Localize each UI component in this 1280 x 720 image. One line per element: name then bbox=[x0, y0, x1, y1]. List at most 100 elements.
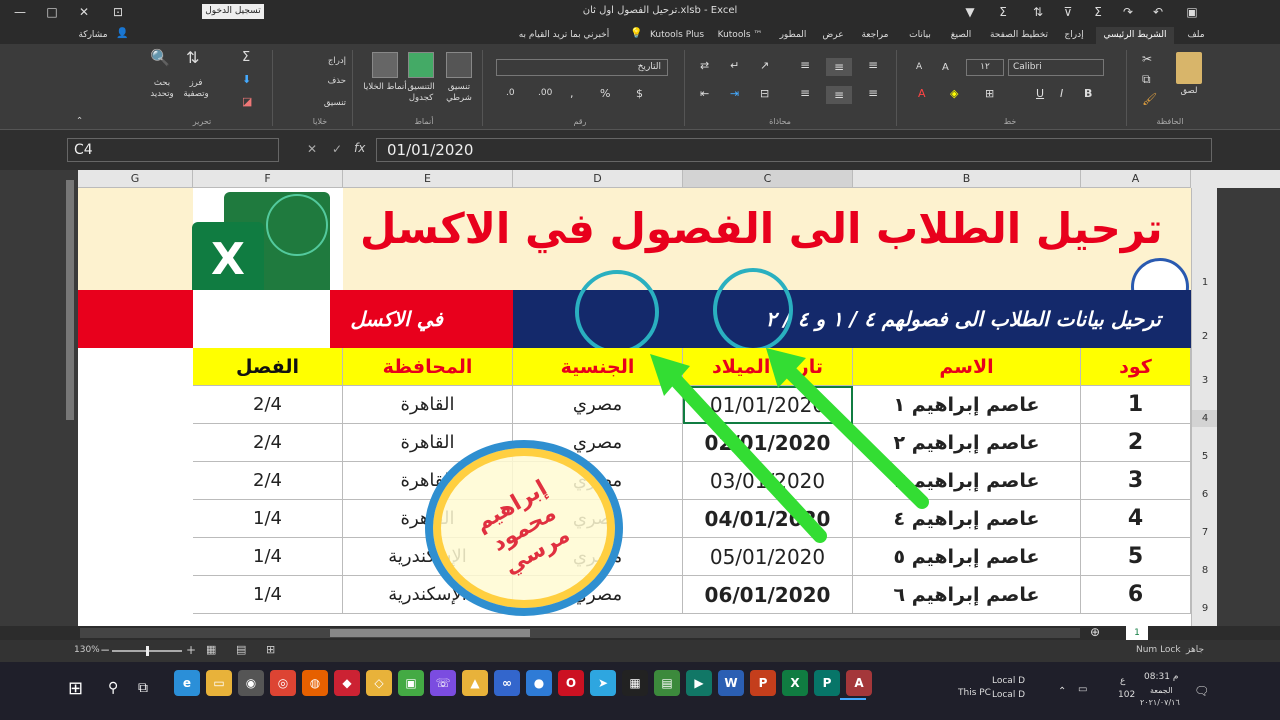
redo-icon[interactable]: ↷ bbox=[1120, 4, 1136, 20]
orientation-icon[interactable]: ↗ bbox=[760, 60, 769, 71]
decrease-decimal-icon[interactable]: .0 bbox=[506, 88, 515, 99]
taskbar-edge-icon[interactable]: e bbox=[174, 670, 200, 696]
signin-button[interactable]: تسجيل الدخول bbox=[202, 4, 264, 19]
sort-filter-icon[interactable]: ⇅ bbox=[186, 50, 199, 66]
zoom-out-icon[interactable]: − bbox=[100, 643, 110, 657]
taskbar-app-icon[interactable]: ◉ bbox=[238, 670, 264, 696]
minimize-icon[interactable]: — bbox=[12, 4, 28, 20]
tab-insert[interactable]: إدراج bbox=[1056, 27, 1092, 44]
save-icon[interactable]: ▣ bbox=[1184, 4, 1200, 20]
maximize-icon[interactable]: □ bbox=[44, 4, 60, 20]
font-name-select[interactable]: Calibri bbox=[1008, 59, 1104, 76]
taskbar-imo-icon[interactable]: ● bbox=[526, 670, 552, 696]
formula-input[interactable]: 01/01/2020 bbox=[376, 138, 1212, 162]
increase-indent-icon[interactable]: ⇥ bbox=[730, 88, 739, 99]
language-indicator[interactable]: ع bbox=[1120, 676, 1125, 686]
align-center-icon[interactable]: ≡ bbox=[826, 86, 852, 104]
sigma-icon[interactable]: Σ bbox=[995, 4, 1011, 20]
insert-cells-button[interactable]: إدراج bbox=[290, 56, 346, 67]
close-icon[interactable]: ✕ bbox=[76, 4, 92, 20]
sort-icon[interactable]: ⇅ bbox=[1030, 4, 1046, 20]
taskbar-app7-icon[interactable]: ▤ bbox=[654, 670, 680, 696]
page-layout-view-icon[interactable]: ▤ bbox=[236, 643, 246, 656]
currency-icon[interactable]: $ bbox=[636, 88, 643, 99]
sheet-tab-1[interactable]: 1 bbox=[1126, 626, 1148, 640]
tab-home[interactable]: الشريط الرئيسي bbox=[1096, 27, 1174, 44]
drive2-label[interactable]: Local D bbox=[992, 690, 1025, 700]
ribbon-display-icon[interactable]: ⊡ bbox=[110, 4, 126, 20]
taskbar-firefox-icon[interactable]: ◍ bbox=[302, 670, 328, 696]
format-painter-icon[interactable]: 🖌 bbox=[1142, 93, 1157, 105]
filter-icon[interactable]: ⊽ bbox=[1060, 4, 1076, 20]
grow-font-icon[interactable]: A bbox=[942, 62, 949, 73]
arrow-icon[interactable]: ▼ bbox=[962, 4, 978, 20]
add-sheet-icon[interactable]: ⊕ bbox=[1090, 625, 1100, 639]
cancel-icon[interactable]: ✕ bbox=[307, 142, 317, 156]
align-left-icon[interactable]: ≡ bbox=[800, 87, 810, 99]
tab-kutools[interactable]: Kutools ™ bbox=[710, 27, 770, 44]
text-direction-icon[interactable]: ⇄ bbox=[700, 60, 709, 71]
chevron-up-icon[interactable]: ⌃ bbox=[1058, 686, 1066, 697]
task-view-icon[interactable]: ⧉ bbox=[138, 680, 148, 696]
autosum-button-icon[interactable]: Σ bbox=[242, 51, 250, 64]
percent-icon[interactable]: % bbox=[600, 88, 610, 99]
page-break-view-icon[interactable]: ⊞ bbox=[266, 643, 275, 656]
tell-me-input[interactable]: أخبرني بما تريد القيام به bbox=[500, 27, 628, 44]
name-box[interactable]: C4 bbox=[67, 138, 279, 162]
merge-center-icon[interactable]: ⊟ bbox=[760, 88, 769, 99]
clock-time[interactable]: 08:31 م bbox=[1144, 672, 1178, 682]
format-cells-button[interactable]: تنسيق bbox=[290, 98, 346, 109]
enter-icon[interactable]: ✓ bbox=[332, 142, 342, 156]
font-size-select[interactable]: ١٢ bbox=[966, 59, 1004, 76]
underline-icon[interactable]: U bbox=[1036, 88, 1044, 99]
windows-start-icon[interactable]: ⊞ bbox=[68, 678, 83, 699]
taskbar-pycharm-icon[interactable]: ▦ bbox=[622, 670, 648, 696]
align-bottom-icon[interactable]: ≡ bbox=[800, 59, 810, 71]
borders-icon[interactable]: ⊞ bbox=[985, 88, 994, 99]
taskbar-telegram-icon[interactable]: ➤ bbox=[590, 670, 616, 696]
search-icon[interactable]: ⚲ bbox=[108, 680, 118, 696]
number-format-select[interactable]: التاريخ bbox=[496, 59, 668, 76]
notification-icon[interactable]: 🗨 bbox=[1194, 684, 1209, 698]
taskbar-publisher-icon[interactable]: P bbox=[814, 670, 840, 696]
tab-data[interactable]: بيانات bbox=[900, 27, 940, 44]
bold-icon[interactable]: B bbox=[1084, 88, 1092, 99]
normal-view-icon[interactable]: ▦ bbox=[206, 643, 216, 656]
comma-icon[interactable]: , bbox=[570, 88, 574, 99]
tab-view[interactable]: عرض bbox=[816, 27, 850, 44]
taskbar-word-icon[interactable]: W bbox=[718, 670, 744, 696]
font-color-icon[interactable]: A bbox=[918, 88, 926, 99]
taskbar-app2-icon[interactable]: ◆ bbox=[334, 670, 360, 696]
clear-icon[interactable]: ◪ bbox=[242, 96, 252, 107]
horizontal-scrollbar[interactable] bbox=[80, 628, 1080, 638]
undo-icon[interactable]: ↶ bbox=[1150, 4, 1166, 20]
tab-page-layout[interactable]: تخطيط الصفحة bbox=[984, 27, 1054, 44]
decrease-indent-icon[interactable]: ⇤ bbox=[700, 88, 709, 99]
align-right-icon[interactable]: ≡ bbox=[868, 87, 878, 99]
wrap-text-icon[interactable]: ↵ bbox=[730, 60, 739, 71]
tab-developer[interactable]: المطور bbox=[772, 27, 814, 44]
cell-styles-icon[interactable] bbox=[372, 52, 398, 78]
network-icon[interactable]: ▭ bbox=[1078, 684, 1087, 695]
taskbar-opera-icon[interactable]: O bbox=[558, 670, 584, 696]
taskbar-powerpoint-icon[interactable]: P bbox=[750, 670, 776, 696]
fill-color-icon[interactable]: ◈ bbox=[950, 88, 958, 99]
taskbar-app4-icon[interactable]: ▣ bbox=[398, 670, 424, 696]
delete-cells-button[interactable]: حذف bbox=[290, 76, 346, 87]
share-button[interactable]: مشاركة bbox=[70, 27, 116, 44]
taskbar-app6-icon[interactable]: ∞ bbox=[494, 670, 520, 696]
tab-review[interactable]: مراجعة bbox=[852, 27, 898, 44]
shrink-font-icon[interactable]: A bbox=[916, 62, 922, 73]
italic-icon[interactable]: I bbox=[1060, 88, 1063, 99]
tab-file[interactable]: ملف bbox=[1180, 27, 1212, 44]
collapse-ribbon-icon[interactable]: ⌃ bbox=[76, 116, 83, 127]
taskbar-app8-icon[interactable]: ▶ bbox=[686, 670, 712, 696]
align-top-icon[interactable]: ≡ bbox=[868, 59, 878, 71]
taskbar-chrome-icon[interactable]: ◎ bbox=[270, 670, 296, 696]
taskbar-app3-icon[interactable]: ◇ bbox=[366, 670, 392, 696]
conditional-format-icon[interactable] bbox=[446, 52, 472, 78]
increase-decimal-icon[interactable]: .00 bbox=[538, 88, 552, 99]
paste-icon[interactable] bbox=[1176, 52, 1202, 84]
tab-formulas[interactable]: الصيغ bbox=[942, 27, 980, 44]
taskbar-file-explorer-icon[interactable]: ▭ bbox=[206, 670, 232, 696]
